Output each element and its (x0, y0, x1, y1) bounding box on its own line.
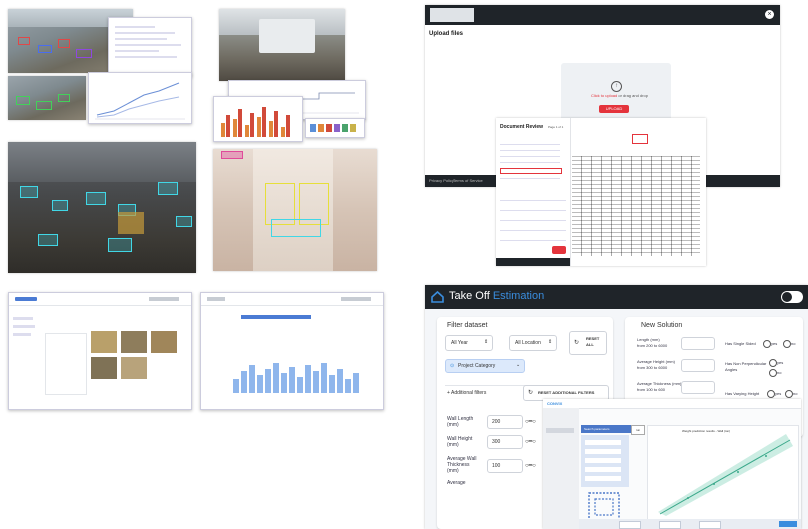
new-solution-title: New Solution (641, 322, 683, 329)
range-slider[interactable]: ○━○ (525, 438, 536, 445)
home-logo-icon (431, 290, 444, 303)
terms-link[interactable]: Terms of Service (453, 178, 483, 183)
upload-link[interactable]: Click to upload (591, 93, 617, 98)
upload-header: × (425, 5, 780, 25)
range-slider[interactable]: ○━○ (525, 462, 536, 469)
dropzone[interactable]: ↑ Click to upload or drag and drop UPLOA… (561, 63, 671, 125)
avg-height-input[interactable] (681, 359, 715, 372)
range-slider[interactable]: ○━○ (525, 418, 536, 425)
prediction-chart: Weight prediction results - Wall (ton) (647, 425, 799, 521)
detection-box (16, 96, 30, 105)
mini-brand: CONVIX (547, 401, 563, 406)
detection-box (38, 45, 52, 53)
theme-toggle[interactable] (781, 291, 803, 303)
search-parameters-header: Search parameters (581, 425, 632, 433)
single-sided-label: Has Single Sided (725, 341, 756, 346)
histogram-dashboard (200, 292, 384, 410)
wall-length-label: Wall Length (mm) (447, 416, 474, 428)
detection-box (36, 101, 52, 110)
gallery-dashboard (8, 292, 192, 410)
line-chart-panel (88, 72, 192, 124)
document-review-title: Document Review (500, 124, 544, 130)
chevron-down-icon: ⌄ (516, 362, 521, 368)
takeoff-header: Take Off Estimation (425, 285, 808, 309)
bar-chart (219, 103, 297, 137)
excavator (118, 212, 144, 234)
detection-box (58, 39, 70, 48)
varying-height-label: Has Varying Height (725, 391, 760, 396)
refresh-icon: ↻ (574, 340, 580, 346)
non-perp-yes-radio[interactable] (769, 359, 777, 367)
detection-box (76, 49, 92, 58)
length-input[interactable] (681, 337, 715, 350)
updown-icon: ⇕ (484, 339, 489, 345)
upload-title: Upload files (429, 31, 464, 37)
upload-hint: or drag and drop (617, 93, 648, 98)
logo (430, 8, 474, 22)
takeoff-title: Take Off (449, 290, 490, 302)
length-label: Length (mm) from 200 to 6000 (637, 337, 668, 348)
privacy-link[interactable]: Privacy Policy (429, 178, 454, 183)
line-chart (95, 82, 185, 120)
reset-all-button[interactable]: ↻ RESET ALL (569, 331, 607, 355)
review-submit-button[interactable] (552, 246, 566, 254)
varying-height-no-radio[interactable] (785, 390, 793, 398)
wall-height-input[interactable]: 300 (487, 435, 523, 449)
wall-height-label: Wall Height (mm) (447, 436, 473, 448)
upload-cloud-icon: ↑ (611, 81, 622, 92)
wall-length-input[interactable]: 200 (487, 415, 523, 429)
tile-site-detection (8, 142, 196, 273)
detection-box (18, 37, 30, 45)
avg-wall-thickness-label: Average Wall Thickness (mm) (447, 456, 477, 474)
tile-rebar-detection (213, 149, 377, 271)
avg-height-label: Average Height (mm) from 300 to 6000 (637, 359, 675, 370)
project-category-select[interactable]: ⊙ Project Category ⌄ (445, 359, 525, 373)
filter-dataset-title: Filter dataset (447, 322, 488, 329)
close-icon[interactable]: × (765, 10, 774, 19)
tarp (259, 19, 315, 53)
location-select[interactable]: All Location ⇕ (509, 335, 557, 351)
document-review: Document Review Page 1 of 1 (496, 118, 706, 266)
avg-wall-thickness-input[interactable]: 100 (487, 459, 523, 473)
color-bar-panel (305, 118, 365, 138)
upload-button[interactable]: UPLOAD (599, 105, 629, 113)
run-button[interactable]: run (631, 425, 645, 435)
histogram (231, 349, 371, 393)
page-indicator: Page 1 of 1 (548, 125, 564, 129)
single-sided-yes-radio[interactable] (763, 340, 771, 348)
tile-aerial-detection-2 (8, 76, 86, 120)
mini-status-bar (579, 519, 801, 529)
mini-app-overlay: CONVIX Search parameters run Weight pred… (543, 399, 801, 529)
dashboard-panel (108, 17, 192, 77)
average-label: Average (447, 480, 466, 486)
avg-thickness-label: Average Thickness (mm) from 100 to 600 (637, 381, 682, 392)
search-parameters-panel (581, 435, 629, 487)
detection-box (58, 94, 70, 102)
updown-icon: ⇕ (548, 339, 553, 345)
non-perp-no-radio[interactable] (769, 369, 777, 377)
takeoff-title-accent: Estimation (492, 290, 545, 302)
bar-chart-panel (213, 96, 303, 142)
refresh-icon: ↻ (528, 390, 534, 396)
tile-construction-photo (219, 9, 345, 81)
mini-sidebar-item[interactable] (546, 428, 574, 433)
year-select[interactable]: All Year ⇕ (445, 335, 493, 351)
filter-icon: ⊙ (450, 363, 455, 369)
avg-thickness-input[interactable] (681, 381, 715, 394)
varying-height-yes-radio[interactable] (767, 390, 775, 398)
document-table (572, 128, 702, 260)
additional-filters-toggle[interactable]: + Additional filters (447, 390, 486, 396)
non-perp-label: Has Non Perpendicular Angles (725, 361, 767, 372)
single-sided-no-radio[interactable] (783, 340, 791, 348)
